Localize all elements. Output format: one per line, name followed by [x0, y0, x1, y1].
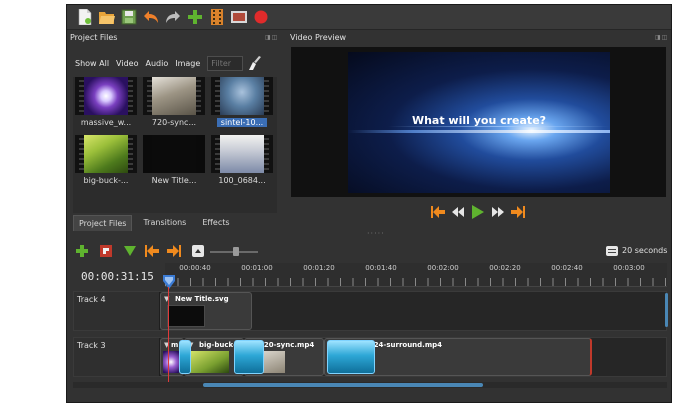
choose-profile-icon[interactable] — [209, 9, 225, 25]
file-name: sintel-10... — [217, 118, 267, 127]
clip-title: m — [171, 341, 179, 349]
ruler-tick-label: 00:01:20 — [303, 264, 335, 272]
zoom-slider-handle[interactable] — [233, 247, 239, 256]
openshot-window: Project Files ◨◫ Show All Video Audio Im… — [66, 4, 672, 403]
play-icon[interactable] — [471, 205, 485, 219]
timeline-horizontal-scrollbar[interactable] — [73, 382, 667, 388]
fast-forward-icon[interactable] — [491, 205, 505, 219]
transition-clip[interactable] — [327, 340, 375, 374]
export-video-icon[interactable] — [253, 9, 269, 25]
file-item-big-buck[interactable]: big-buck-... — [75, 135, 137, 189]
file-name: 100_0684... — [218, 176, 266, 185]
ruler-ticks — [165, 278, 667, 286]
file-name: big-buck-... — [83, 176, 129, 185]
timeline-toolbar: 20 seconds — [67, 241, 671, 261]
preview-overlay-text: What will you create? — [411, 114, 547, 127]
playhead-line — [168, 287, 169, 382]
video-preview-title: Video Preview — [290, 33, 347, 42]
clip-thumbnail — [163, 351, 179, 373]
left-panel-tabs: Project Files Transitions Effects — [73, 215, 241, 231]
timeline-vertical-scrollbar[interactable] — [665, 293, 668, 327]
transition-clip[interactable] — [179, 340, 191, 374]
project-files-dock-icons[interactable]: ◨◫ — [265, 34, 278, 41]
filter-input[interactable] — [207, 55, 244, 71]
file-name: 720-sync... — [151, 118, 197, 127]
timeline-track[interactable]: Track 4 ▼ New Title.svg — [73, 291, 667, 331]
timeline-ruler[interactable]: 00:00:40 00:01:00 00:01:20 00:01:40 00:0… — [165, 263, 667, 287]
file-item-sintel[interactable]: sintel-10... — [211, 77, 273, 131]
timeline-clip[interactable]: ▼ New Title.svg — [160, 292, 252, 330]
ruler-tick-label: 00:01:00 — [241, 264, 273, 272]
center-timeline-icon[interactable] — [191, 244, 205, 258]
save-project-icon[interactable] — [121, 9, 137, 25]
video-preview-canvas: What will you create? — [348, 52, 610, 193]
rewind-icon[interactable] — [451, 205, 465, 219]
project-files-grid: massive_w... 720-sync... sintel-10... bi… — [73, 77, 277, 213]
file-thumbnail — [75, 135, 137, 173]
file-name: massive_w... — [80, 118, 132, 127]
filter-image-button[interactable]: Image — [175, 59, 200, 68]
track-name: Track 4 — [77, 295, 106, 304]
file-item-100-0684[interactable]: 100_0684... — [211, 135, 273, 189]
clip-title: New Title.svg — [175, 295, 229, 303]
ruler-tick-label: 00:02:40 — [551, 264, 583, 272]
file-item-new-title[interactable]: New Title... — [143, 135, 205, 189]
file-thumbnail — [211, 77, 273, 115]
timeline-track[interactable]: Track 3 ▼ m ▼ big-buck- ▼ 720-sync.mp4 ▼… — [73, 337, 667, 377]
add-track-icon[interactable] — [75, 244, 89, 258]
previous-marker-icon[interactable] — [145, 244, 159, 258]
filter-show-all-button[interactable]: Show All — [75, 59, 109, 68]
ruler-tick-label: 00:02:00 — [427, 264, 459, 272]
playhead-handle[interactable] — [163, 275, 175, 289]
track-name: Track 3 — [77, 341, 106, 350]
jump-end-icon[interactable] — [511, 205, 525, 219]
add-marker-icon[interactable] — [123, 244, 137, 258]
tab-project-files[interactable]: Project Files — [73, 215, 133, 231]
fullscreen-icon[interactable] — [231, 9, 247, 25]
undo-icon[interactable] — [143, 9, 159, 25]
ruler-tick-label: 00:00:40 — [179, 264, 211, 272]
file-name: New Title... — [151, 176, 197, 185]
redo-icon[interactable] — [165, 9, 181, 25]
video-preview-dock-icons[interactable]: ◨◫ — [655, 34, 668, 41]
project-files-filter-bar: Show All Video Audio Image — [75, 55, 262, 71]
next-marker-icon[interactable] — [167, 244, 181, 258]
clip-thumbnail — [189, 351, 229, 373]
ruler-tick-label: 00:02:20 — [489, 264, 521, 272]
splitter-handle[interactable]: ····· — [367, 229, 385, 238]
zoom-scale-label: 20 seconds — [622, 246, 668, 255]
file-item-massive[interactable]: massive_w... — [75, 77, 137, 131]
zoom-scale-icon — [605, 244, 619, 258]
ruler-tick-label: 00:01:40 — [365, 264, 397, 272]
ruler-tick-label: 00:03:00 — [613, 264, 645, 272]
file-thumbnail — [143, 77, 205, 115]
track-header[interactable]: Track 3 — [74, 338, 160, 376]
project-files-title: Project Files — [70, 33, 118, 42]
playback-controls — [431, 205, 531, 219]
file-thumbnail — [211, 135, 273, 173]
new-project-icon[interactable] — [77, 9, 93, 25]
main-toolbar — [67, 5, 671, 30]
clip-title: big-buck- — [199, 341, 237, 349]
current-timecode: 00:00:31:15 — [81, 270, 154, 283]
clear-filter-icon[interactable] — [248, 56, 262, 70]
clip-thumbnail — [167, 305, 205, 327]
video-preview-frame: What will you create? — [291, 47, 666, 197]
file-thumbnail — [143, 135, 205, 173]
filter-video-button[interactable]: Video — [116, 59, 138, 68]
file-thumbnail — [75, 77, 137, 115]
import-files-icon[interactable] — [187, 9, 203, 25]
tab-effects[interactable]: Effects — [197, 215, 234, 231]
jump-start-icon[interactable] — [431, 205, 445, 219]
track-header[interactable]: Track 4 — [74, 292, 160, 330]
transition-clip[interactable] — [234, 340, 264, 374]
tab-transitions[interactable]: Transitions — [138, 215, 191, 231]
timeline-scroll-thumb[interactable] — [203, 383, 483, 387]
light-streak — [348, 130, 610, 133]
filter-audio-button[interactable]: Audio — [145, 59, 168, 68]
clip-title: 720-sync.mp4 — [259, 341, 315, 349]
open-project-icon[interactable] — [99, 9, 115, 25]
file-item-720-sync[interactable]: 720-sync... — [143, 77, 205, 131]
snapping-icon[interactable] — [99, 244, 113, 258]
